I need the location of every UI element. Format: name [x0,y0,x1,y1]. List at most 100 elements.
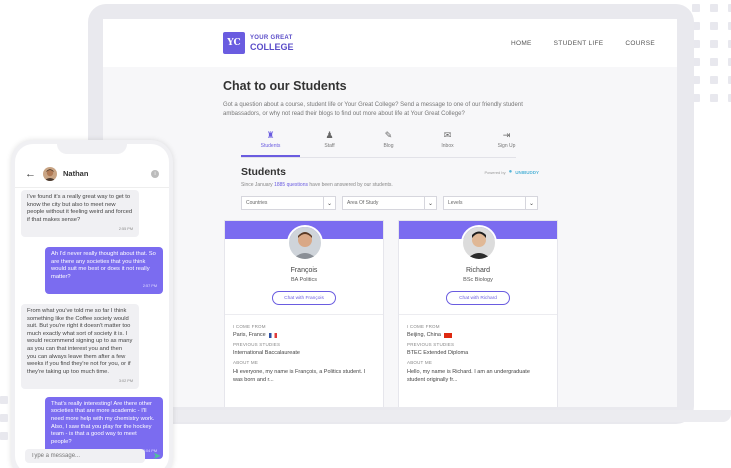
about-me-text: Hello, my name is Richard. I am an under… [407,369,530,383]
nav-student-life[interactable]: STUDENT LIFE [554,40,604,47]
sign-in-icon: ⇥ [502,130,511,140]
graduation-cap-icon: ♜ [266,130,275,140]
previous-studies-value: International Baccalaureate [233,350,300,356]
powered-by-label: Powered by [484,169,506,175]
info-icon[interactable]: i [151,169,159,178]
message-time: 2:57 PM [142,284,157,289]
tab-students[interactable]: ♜ Students [241,130,300,157]
message-incoming: From what you've told me so far I think … [21,303,139,389]
card-details: I COME FROM Beijing, China PREVIOUS STUD… [399,315,557,389]
filters: Countries ⌄ Area Of Study ⌄ Levels ⌄ [241,196,677,210]
phone-notch [57,144,127,154]
message-list: I've found it's a really great way to ge… [15,190,169,460]
intro-text: Got a question about a course, student l… [223,102,523,117]
staff-icon: ♟ [325,130,334,140]
message-input[interactable] [25,449,145,463]
tab-divider [241,157,516,158]
tab-inbox[interactable]: ✉ Inbox [418,130,477,157]
france-flag-icon [268,332,277,338]
about-me-label: ABOUT ME [407,360,433,365]
nav-course[interactable]: COURSE [625,40,655,47]
student-course: BA Politics [291,277,317,283]
tab-label: Inbox [441,143,454,149]
come-from-text: Paris, France [233,332,266,338]
main-content: Chat to our Students Got a question abou… [103,67,677,407]
chat-contact-name: Nathan [63,169,89,178]
message-time: 2:55 PM [118,227,133,232]
message-incoming: I've found it's a really great way to ge… [21,190,139,237]
site-header: YC YOUR GREAT COLLEGE HOME STUDENT LIFE … [103,19,677,67]
avatar [461,225,497,261]
message-outgoing: Ah I'd never really thought about that. … [45,246,163,294]
decorative-dots [692,4,731,102]
logo-mark[interactable]: YC [223,32,245,54]
page-title: Chat to our Students [223,79,347,93]
phone-screen: ← Nathan i I've found it's a really grea… [15,144,169,468]
back-arrow-icon[interactable]: ← [25,168,39,180]
avatar [43,166,57,181]
logo-line-1: YOUR GREAT [250,35,293,41]
chevron-down-icon: ⌄ [525,197,537,209]
nav-home[interactable]: HOME [511,40,532,47]
come-from-label: I COME FROM [407,324,440,329]
website-screen: YC YOUR GREAT COLLEGE HOME STUDENT LIFE … [103,19,677,407]
student-card: Richard BSc Biology Chat with Richard I … [398,220,558,407]
chevron-down-icon: ⌄ [424,197,436,209]
message-text: From what you've told me so far I think … [27,307,133,375]
card-details: I COME FROM Paris, France PREVIOUS STUDI… [225,315,383,389]
countries-select[interactable]: Countries ⌄ [241,196,336,210]
message-text: I've found it's a really great way to ge… [27,194,133,223]
powered-brand: UNIBUDDY [515,169,539,175]
area-of-study-select[interactable]: Area Of Study ⌄ [342,196,437,210]
tab-label: Sign Up [497,143,516,149]
tab-label: Students [260,143,281,149]
select-value: Countries [246,200,268,206]
tab-blog[interactable]: ✎ Blog [359,130,418,157]
since-prefix: Since January [241,182,273,188]
chat-with-button[interactable]: Chat with Richard [446,291,510,305]
come-from-label: I COME FROM [233,324,266,329]
student-name: François [290,267,318,274]
decorative-dots [0,396,8,440]
logo-line-2: COLLEGE [250,42,294,52]
come-from-text: Beijing, China [407,332,441,338]
unibuddy-logo-icon: ● [508,169,513,175]
tab-label: Blog [383,143,394,149]
come-from-value: Beijing, China [407,332,549,338]
logo-text: YOUR GREAT COLLEGE [250,34,294,52]
avatar [287,225,323,261]
students-title: Students [241,166,286,178]
questions-count: 1885 questions [274,182,308,188]
stage: YC YOUR GREAT COLLEGE HOME STUDENT LIFE … [0,0,731,468]
student-card: François BA Politics Chat with François … [224,220,384,407]
students-header: Students Powered by ● UNIBUDDY [241,166,539,178]
tab-staff[interactable]: ♟ Staff [300,130,359,157]
since-suffix: have been answered by our students. [309,182,393,188]
chat-with-button[interactable]: Chat with François [272,291,336,305]
student-name: Richard [465,267,491,274]
tab-bar: ♜ Students ♟ Staff ✎ Blog ✉ Inbox ⇥ Sign… [241,130,677,157]
phone-frame: ← Nathan i I've found it's a really grea… [11,140,173,468]
message-text: That's really interesting! Are there oth… [51,400,155,445]
chevron-down-icon: ⌄ [323,197,335,209]
chat-bubble-icon: ✉ [443,130,452,140]
previous-studies-label: PREVIOUS STUDIES [233,342,281,347]
tab-sign-up[interactable]: ⇥ Sign Up [477,130,536,157]
message-time: 3:02 PM [118,379,133,384]
previous-studies-label: PREVIOUS STUDIES [407,342,455,347]
about-me-label: ABOUT ME [233,360,259,365]
select-value: Area Of Study [347,200,379,206]
send-icon[interactable]: ➤ [151,449,163,463]
student-cards: François BA Politics Chat with François … [224,220,677,407]
select-value: Levels [448,200,463,206]
laptop-base [100,410,731,422]
previous-studies-value: BTEC Extended Diploma [407,350,469,356]
chat-header: ← Nathan i [15,160,169,188]
pen-icon: ✎ [384,130,393,140]
china-flag-icon [443,332,452,338]
about-me-text: Hi everyone, my name is François, a Poli… [233,369,366,383]
levels-select[interactable]: Levels ⌄ [443,196,538,210]
message-text: Ah I'd never really thought about that. … [51,250,156,280]
come-from-value: Paris, France [233,332,375,338]
tab-label: Staff [324,143,335,149]
